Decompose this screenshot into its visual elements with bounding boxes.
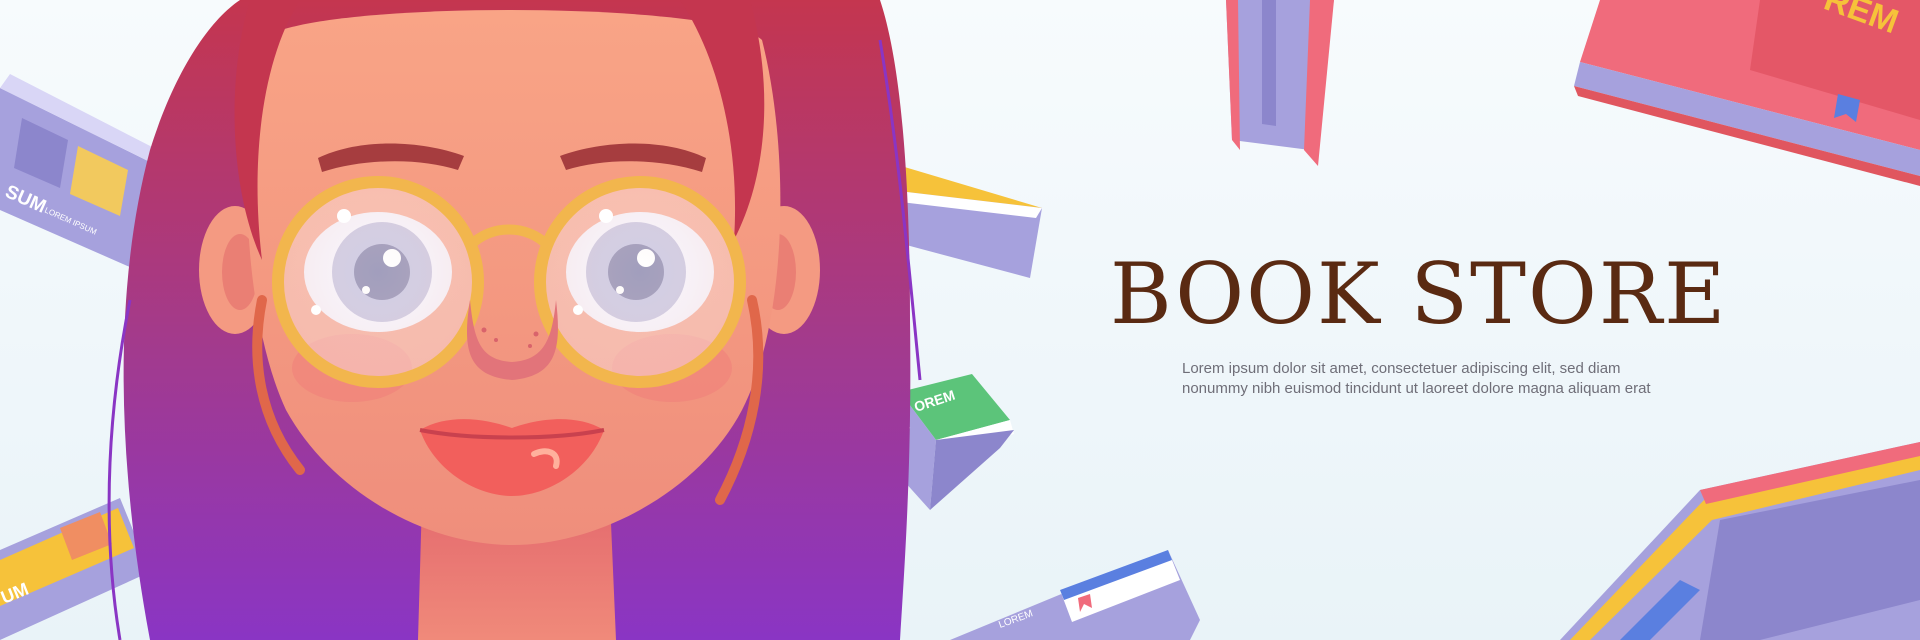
banner-description: Lorem ipsum dolor sit amet, consectetuer… [1182, 359, 1742, 399]
book-bottom-left: UM [0, 498, 150, 640]
description-line: nonummy nibh euismod tincidunt ut laoree… [1182, 380, 1651, 397]
book-bottom-center: LOREM [950, 550, 1200, 640]
book-top-right: REM [1574, 0, 1920, 186]
book-top-center [1226, 0, 1334, 166]
book-bottom-right [1560, 442, 1920, 640]
description-line: Lorem ipsum dolor sit amet, consectetuer… [1182, 360, 1621, 377]
book-green: OREM UM [894, 374, 1014, 510]
book-store-banner: SUM LOREM IPSUM UM LO OREM UM [0, 0, 1920, 640]
page-title: BOOK STORE [1110, 245, 1728, 343]
